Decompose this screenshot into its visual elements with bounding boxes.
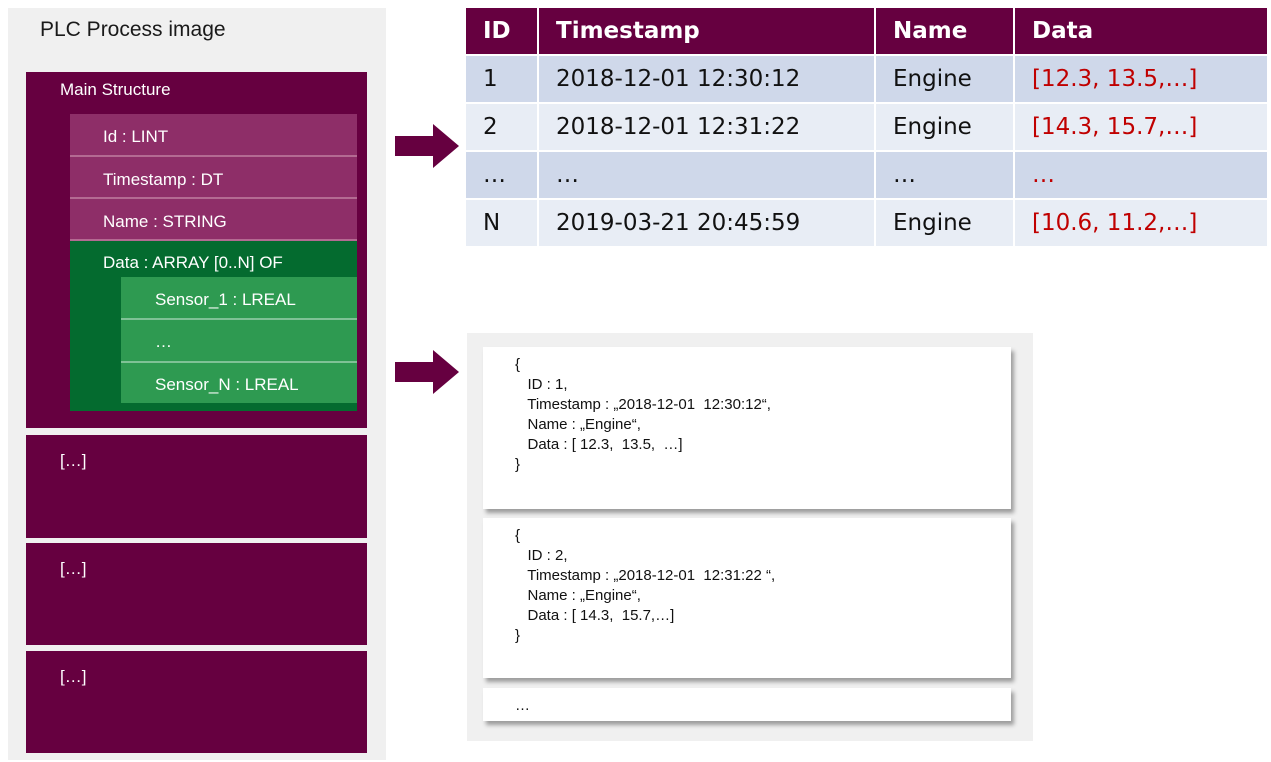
cell-timestamp: 2018-12-01 12:30:12 bbox=[538, 54, 876, 103]
cell-name: … bbox=[875, 150, 1015, 199]
json-line: ID : 2, bbox=[515, 547, 568, 564]
json-line: Name : „Engine“, bbox=[515, 587, 641, 604]
field-data-label: Data : ARRAY [0..N] OF bbox=[103, 253, 283, 272]
field-name: Name : STRING bbox=[70, 199, 357, 241]
cell-data: [12.3, 13.5,…] bbox=[1014, 54, 1269, 103]
block-ellipsis: […] bbox=[60, 451, 87, 470]
json-line: Name : „Engine“, bbox=[515, 416, 641, 433]
json-line: } bbox=[515, 456, 521, 473]
cell-name: Engine bbox=[875, 198, 1015, 246]
table-row: … … … … bbox=[466, 150, 1269, 199]
sensor-n: Sensor_N : LREAL bbox=[121, 363, 357, 403]
cell-data: [14.3, 15.7,…] bbox=[1014, 102, 1269, 151]
sensor-ellipsis: … bbox=[121, 320, 357, 363]
plc-title: PLC Process image bbox=[40, 18, 226, 41]
json-more-ellipsis: … bbox=[515, 697, 530, 714]
col-header-id: ID bbox=[466, 8, 539, 55]
json-line: Timestamp : „2018-12-01 12:30:12“, bbox=[515, 396, 771, 413]
field-timestamp: Timestamp : DT bbox=[70, 157, 357, 199]
cell-data: … bbox=[1014, 150, 1269, 199]
structure-block-2: […] bbox=[26, 435, 367, 538]
block-ellipsis: […] bbox=[60, 667, 87, 686]
col-header-data: Data bbox=[1014, 8, 1269, 55]
json-document-more: … bbox=[483, 688, 1011, 721]
json-line: { bbox=[515, 356, 521, 373]
cell-id: 2 bbox=[466, 102, 539, 151]
table-row: 1 2018-12-01 12:30:12 Engine [12.3, 13.5… bbox=[466, 54, 1269, 103]
cell-data: [10.6, 11.2,…] bbox=[1014, 198, 1269, 246]
arrow-right-icon bbox=[395, 350, 459, 394]
block-ellipsis: […] bbox=[60, 559, 87, 578]
cell-id: 1 bbox=[466, 54, 539, 103]
json-document-1: { ID : 1, Timestamp : „2018-12-01 12:30:… bbox=[483, 347, 1011, 509]
main-structure-label: Main Structure bbox=[60, 80, 171, 99]
cell-name: Engine bbox=[875, 54, 1015, 103]
json-line: } bbox=[515, 627, 521, 644]
col-header-name: Name bbox=[875, 8, 1015, 55]
cell-name: Engine bbox=[875, 102, 1015, 151]
sensor-1: Sensor_1 : LREAL bbox=[121, 277, 357, 320]
cell-timestamp: … bbox=[538, 150, 876, 199]
field-id: Id : LINT bbox=[70, 114, 357, 157]
structure-block-3: […] bbox=[26, 543, 367, 645]
table-header-row: ID Timestamp Name Data bbox=[466, 8, 1269, 55]
json-line: ID : 1, bbox=[515, 376, 568, 393]
json-document-2: { ID : 2, Timestamp : „2018-12-01 12:31:… bbox=[483, 518, 1011, 678]
table-row: 2 2018-12-01 12:31:22 Engine [14.3, 15.7… bbox=[466, 102, 1269, 151]
database-table: ID Timestamp Name Data 1 2018-12-01 12:3… bbox=[466, 8, 1269, 246]
cell-id: … bbox=[466, 150, 539, 199]
cell-timestamp: 2018-12-01 12:31:22 bbox=[538, 102, 876, 151]
arrow-right-icon bbox=[395, 124, 459, 168]
json-line: Data : [ 14.3, 15.7,…] bbox=[515, 607, 675, 624]
json-line: Timestamp : „2018-12-01 12:31:22 “, bbox=[515, 567, 776, 584]
json-line: { bbox=[515, 527, 521, 544]
col-header-timestamp: Timestamp bbox=[538, 8, 876, 55]
cell-id: N bbox=[466, 198, 539, 246]
cell-timestamp: 2019-03-21 20:45:59 bbox=[538, 198, 876, 246]
table-row: N 2019-03-21 20:45:59 Engine [10.6, 11.2… bbox=[466, 198, 1269, 246]
json-line: Data : [ 12.3, 13.5, …] bbox=[515, 436, 683, 453]
structure-block-4: […] bbox=[26, 651, 367, 753]
